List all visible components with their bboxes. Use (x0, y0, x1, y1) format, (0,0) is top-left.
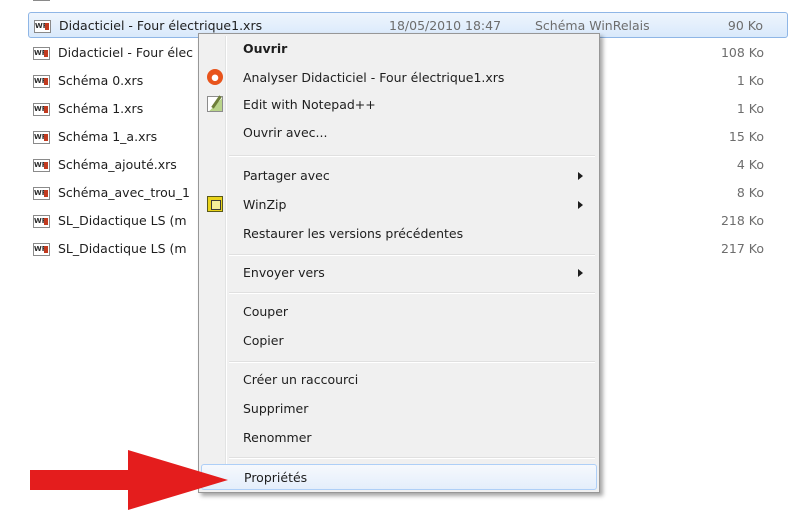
menu-item-open-with[interactable]: Ouvrir avec... (201, 120, 597, 146)
menu-item-analyze[interactable]: Analyser Didacticiel - Four électrique1.… (201, 65, 597, 91)
file-size: 108 Ko (720, 45, 764, 60)
menu-item-winzip[interactable]: WinZip (201, 192, 597, 218)
file-name: Didacticiel - Four élec (58, 45, 194, 60)
submenu-arrow-icon (578, 172, 583, 180)
menu-item-label: Couper (243, 304, 289, 319)
menu-item-delete[interactable]: Supprimer (201, 396, 597, 422)
xrs-file-icon (33, 0, 50, 1)
menu-item-share-with[interactable]: Partager avec (201, 163, 597, 189)
analyze-icon (207, 69, 223, 85)
menu-item-label: Analyser Didacticiel - Four électrique1.… (243, 70, 505, 85)
xrs-file-icon (33, 47, 50, 60)
menu-separator (229, 254, 595, 256)
menu-item-label: Renommer (243, 430, 312, 445)
menu-item-label: Edit with Notepad++ (243, 97, 376, 112)
menu-item-label: Supprimer (243, 401, 309, 416)
file-name: Schéma_avec_trou_1 (58, 185, 190, 200)
xrs-file-icon (33, 215, 50, 228)
menu-item-label: Restaurer les versions précédentes (243, 226, 464, 241)
menu-item-label: WinZip (243, 197, 287, 212)
winzip-icon (207, 196, 223, 212)
file-name: Didacticiel - Four électrique1.xrs (59, 18, 263, 33)
file-size: 217 Ko (720, 241, 764, 256)
menu-item-restore-versions[interactable]: Restaurer les versions précédentes (201, 221, 597, 247)
file-name: Schéma_ajouté.xrs (58, 157, 177, 172)
menu-item-send-to[interactable]: Envoyer vers (201, 260, 597, 286)
menu-separator (229, 457, 595, 459)
notepad-icon (207, 96, 223, 112)
xrs-file-icon (33, 159, 50, 172)
menu-separator (229, 361, 595, 363)
xrs-file-icon (34, 20, 51, 33)
context-menu: Ouvrir Analyser Didacticiel - Four élect… (198, 33, 600, 493)
file-name: Schéma 1_a.xrs (58, 129, 158, 144)
file-size: 218 Ko (720, 213, 764, 228)
file-size: 15 Ko (728, 129, 764, 144)
file-size: 8 Ko (736, 185, 764, 200)
table-row-partial[interactable] (28, 0, 788, 7)
menu-item-edit-notepad[interactable]: Edit with Notepad++ (201, 92, 597, 118)
file-name: Schéma 0.xrs (58, 73, 144, 88)
file-name: SL_Didactique LS (m (58, 241, 187, 256)
file-size: 1 Ko (736, 101, 764, 116)
file-date: 18/05/2010 18:47 (389, 18, 502, 33)
xrs-file-icon (33, 103, 50, 116)
menu-separator (229, 292, 595, 294)
menu-item-create-shortcut[interactable]: Créer un raccourci (201, 367, 597, 393)
submenu-arrow-icon (578, 269, 583, 277)
menu-item-label: Créer un raccourci (243, 372, 359, 387)
file-size: 1 Ko (736, 73, 764, 88)
xrs-file-icon (33, 243, 50, 256)
menu-item-label: Ouvrir avec... (243, 125, 328, 140)
menu-item-label: Propriétés (244, 470, 308, 485)
menu-item-rename[interactable]: Renommer (201, 425, 597, 451)
xrs-file-icon (33, 75, 50, 88)
menu-item-label: Ouvrir (243, 41, 288, 56)
menu-item-label: Partager avec (243, 168, 330, 183)
menu-separator (229, 155, 595, 157)
submenu-arrow-icon (578, 201, 583, 209)
menu-item-open[interactable]: Ouvrir (201, 36, 597, 62)
xrs-file-icon (33, 187, 50, 200)
menu-item-label: Envoyer vers (243, 265, 325, 280)
menu-item-label: Copier (243, 333, 284, 348)
file-size: 4 Ko (736, 157, 764, 172)
menu-item-properties[interactable]: Propriétés (201, 464, 597, 490)
file-name: SL_Didactique LS (m (58, 213, 187, 228)
file-type: Schéma WinRelais (535, 18, 650, 33)
file-size: 90 Ko (727, 18, 763, 33)
menu-item-copy[interactable]: Copier (201, 328, 597, 354)
file-name: Schéma 1.xrs (58, 101, 144, 116)
menu-item-cut[interactable]: Couper (201, 299, 597, 325)
xrs-file-icon (33, 131, 50, 144)
